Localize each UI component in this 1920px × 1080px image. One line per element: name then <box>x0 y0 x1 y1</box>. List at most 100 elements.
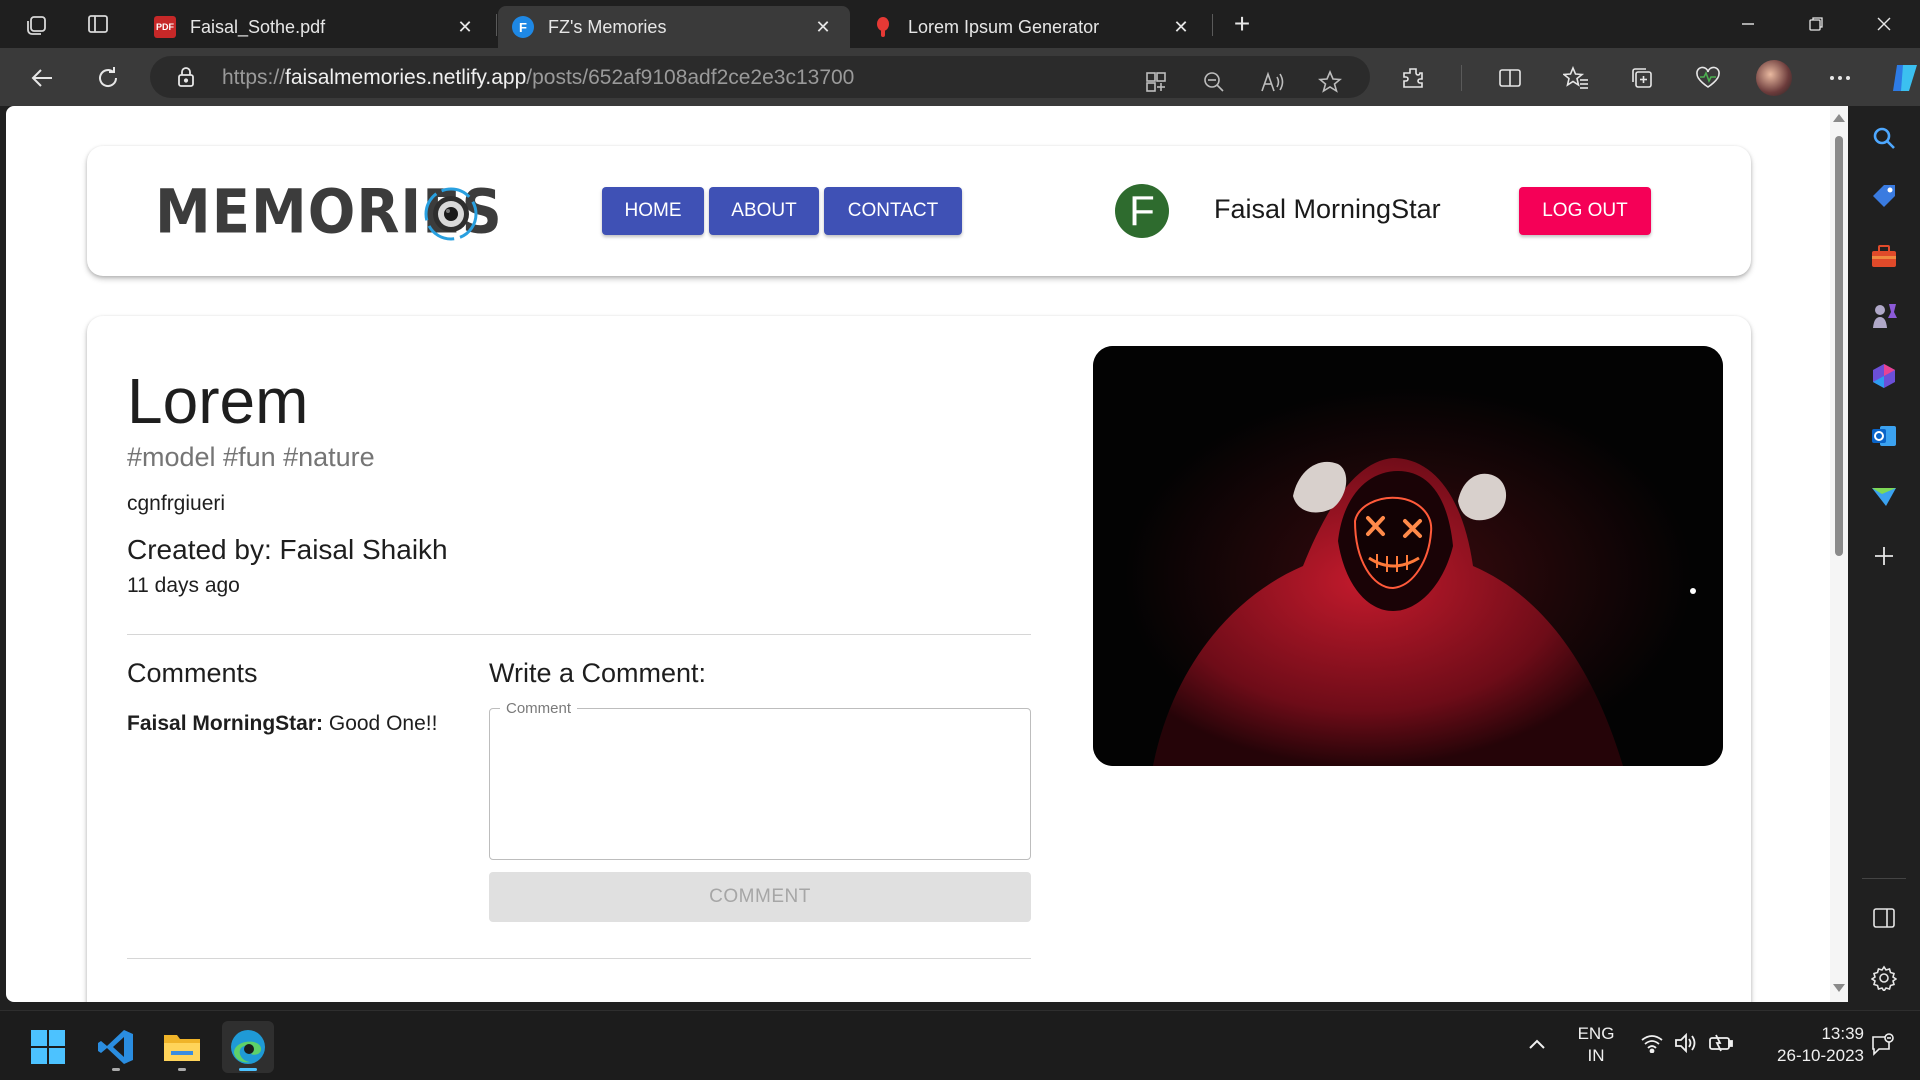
tab-pdf[interactable]: PDF Faisal_Sothe.pdf ✕ <box>140 6 492 48</box>
show-hidden-icons-chevron-icon[interactable] <box>1528 1033 1546 1055</box>
tab-title: Lorem Ipsum Generator <box>908 16 1100 37</box>
post-time: 11 days ago <box>127 574 240 597</box>
extensions-icon[interactable] <box>1395 60 1431 96</box>
windows-taskbar: ENG IN 13:39 26-10-2023 <box>0 1010 1920 1080</box>
language-indicator[interactable]: ENG IN <box>1570 1023 1622 1067</box>
post-image <box>1093 346 1723 766</box>
language-code: ENG <box>1577 1024 1615 1043</box>
close-icon[interactable]: ✕ <box>452 14 478 40</box>
logout-button[interactable]: LOG OUT <box>1519 187 1651 235</box>
microsoft-365-icon[interactable] <box>1868 360 1900 392</box>
comment-submit-button[interactable]: COMMENT <box>489 872 1031 922</box>
copilot-icon[interactable] <box>1888 60 1920 96</box>
volume-icon <box>1675 1033 1696 1053</box>
memories-logo-icon[interactable] <box>423 186 479 247</box>
system-tray-icons[interactable] <box>1640 1033 1734 1053</box>
region-code: IN <box>1587 1046 1605 1065</box>
comment-text: Good One!! <box>323 712 438 735</box>
memories-favicon-icon: F <box>512 16 534 38</box>
url-text[interactable]: https://faisalmemories.netlify.app/posts… <box>222 66 854 90</box>
comment-textarea[interactable]: Comment <box>489 700 1031 860</box>
comment-author: Faisal MorningStar: <box>127 712 324 735</box>
close-icon[interactable]: ✕ <box>810 14 836 40</box>
tab-separator <box>1212 14 1213 36</box>
settings-gear-icon[interactable] <box>1868 962 1900 994</box>
web-page-viewport: MEMORIES HOME ABOUT CONTACT F Faisal Mor… <box>6 106 1836 1002</box>
start-button[interactable] <box>22 1021 74 1073</box>
search-icon[interactable] <box>1868 122 1900 154</box>
hide-sidebar-icon[interactable] <box>1868 902 1900 934</box>
favorites-icon[interactable] <box>1558 60 1594 96</box>
close-icon[interactable]: ✕ <box>1168 14 1194 40</box>
profile-avatar[interactable] <box>1756 60 1792 96</box>
tab-title: FZ's Memories <box>548 16 667 37</box>
nav-contact-button[interactable]: CONTACT <box>824 187 962 235</box>
tab-separator <box>496 14 497 36</box>
tab-lorem-ipsum[interactable]: Lorem Ipsum Generator ✕ <box>858 6 1208 48</box>
comments-heading: Comments <box>127 658 258 688</box>
nav-about-button[interactable]: ABOUT <box>709 187 819 235</box>
toolbar-separator <box>1461 65 1462 91</box>
address-bar[interactable]: https://faisalmemories.netlify.app/posts… <box>150 56 1370 98</box>
file-explorer-app[interactable] <box>156 1021 208 1073</box>
post-message: cgnfrgiueri <box>127 492 226 515</box>
nav-home-button[interactable]: HOME <box>602 187 704 235</box>
tab-actions <box>18 10 118 38</box>
edge-sidebar <box>1848 106 1920 1010</box>
tab-memories[interactable]: F FZ's Memories ✕ <box>498 6 850 48</box>
games-icon[interactable] <box>1868 300 1900 332</box>
minimize-button[interactable] <box>1714 0 1782 48</box>
outlook-icon[interactable] <box>1868 420 1900 452</box>
close-window-button[interactable] <box>1850 0 1918 48</box>
post-tags: #model #fun #nature <box>127 442 375 472</box>
scroll-down-arrow[interactable] <box>1833 984 1845 992</box>
lock-icon[interactable] <box>176 66 196 93</box>
edge-app[interactable] <box>222 1021 274 1073</box>
read-aloud-icon[interactable] <box>1254 64 1290 100</box>
scrollbar-thumb[interactable] <box>1835 136 1843 556</box>
app-available-icon[interactable] <box>1138 64 1174 100</box>
back-button[interactable] <box>24 60 60 96</box>
address-bar-icons <box>1138 64 1348 100</box>
favorite-star-icon[interactable] <box>1312 64 1348 100</box>
clock[interactable]: 13:39 26-10-2023 <box>1752 1023 1864 1067</box>
collections-icon[interactable] <box>1624 60 1660 96</box>
pdf-icon: PDF <box>154 16 176 38</box>
url-host: faisalmemories.netlify.app <box>285 66 527 89</box>
browser-toolbar: https://faisalmemories.netlify.app/posts… <box>0 48 1920 106</box>
restore-button[interactable] <box>1782 0 1850 48</box>
more-options-icon[interactable] <box>1822 60 1858 96</box>
comment-field-label: Comment <box>500 700 578 717</box>
clock-date: 26-10-2023 <box>1777 1046 1864 1065</box>
drop-send-icon[interactable] <box>1868 480 1900 512</box>
post-author: Created by: Faisal Shaikh <box>127 534 448 565</box>
refresh-button[interactable] <box>90 60 126 96</box>
scroll-up-arrow[interactable] <box>1833 114 1845 122</box>
divider <box>127 634 1031 635</box>
browser-toolbar-icons <box>1395 60 1920 96</box>
page-scrollbar[interactable] <box>1830 106 1848 1002</box>
user-name: Faisal MorningStar <box>1214 194 1441 224</box>
notifications-icon[interactable] <box>1870 1033 1894 1063</box>
split-screen-icon[interactable] <box>1492 60 1528 96</box>
vscode-app[interactable] <box>90 1021 142 1073</box>
clock-time: 13:39 <box>1821 1024 1864 1043</box>
tools-icon[interactable] <box>1868 240 1900 272</box>
running-indicator <box>239 1068 257 1071</box>
battery-icon <box>1709 1034 1733 1052</box>
running-indicator <box>112 1068 120 1071</box>
shopping-tag-icon[interactable] <box>1868 180 1900 212</box>
new-tab-button[interactable]: + <box>1224 8 1260 40</box>
tab-actions-menu-icon[interactable] <box>78 10 118 38</box>
url-path: /posts/652af9108adf2ce2e3c13700 <box>526 66 855 89</box>
write-comment-heading: Write a Comment: <box>489 658 707 688</box>
zoom-out-icon[interactable] <box>1196 64 1232 100</box>
divider <box>127 958 1031 959</box>
url-scheme: https:// <box>222 66 286 89</box>
browser-essentials-icon[interactable] <box>1690 60 1726 96</box>
add-sidebar-app-icon[interactable] <box>1868 540 1900 572</box>
user-avatar: F <box>1115 184 1169 238</box>
workspaces-icon[interactable] <box>18 10 58 38</box>
tab-title: Faisal_Sothe.pdf <box>190 16 326 37</box>
comment-item: Faisal MorningStar: Good One!! <box>127 712 437 736</box>
